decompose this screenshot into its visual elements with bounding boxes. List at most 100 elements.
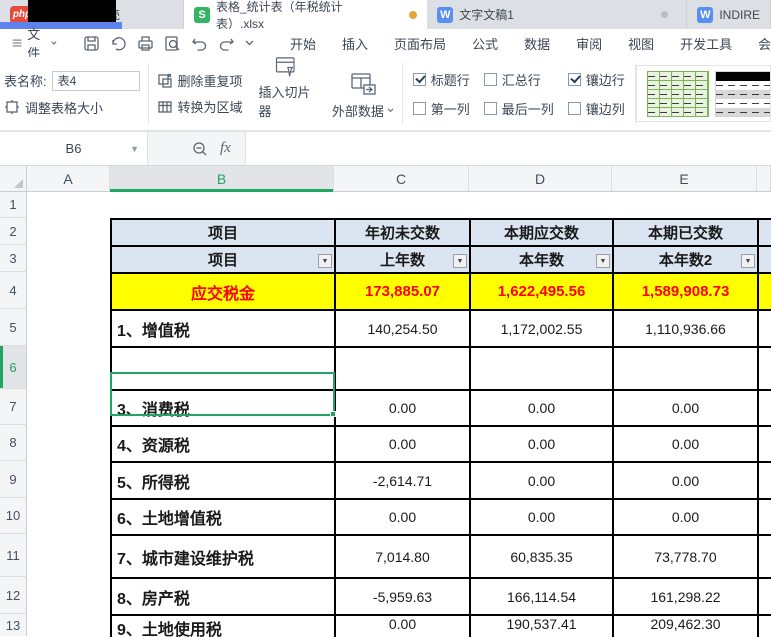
fill-handle[interactable] <box>330 411 336 417</box>
column-header-d[interactable]: D <box>469 166 612 192</box>
table-cell[interactable]: 上年数▼ <box>336 247 471 274</box>
table-cell[interactable]: 140,254.50 <box>336 311 471 348</box>
row-header-7[interactable]: 7 <box>0 389 27 425</box>
checkbox-first-column[interactable]: 第一列 <box>413 99 470 118</box>
name-box-chevron-icon[interactable]: ▼ <box>130 144 139 154</box>
ribbon-tab-data[interactable]: 数据 <box>524 34 550 53</box>
table-cell[interactable]: 1,110,936.66 <box>614 311 759 348</box>
table-cell[interactable]: 7、城市建设维护税 <box>112 536 336 579</box>
external-data-button[interactable]: 外部数据 <box>324 57 402 130</box>
row-header-2[interactable]: 2 <box>0 218 27 245</box>
table-cell[interactable]: -2,614.71 <box>336 463 471 500</box>
fx-icon[interactable]: fx <box>220 140 231 157</box>
table-cell[interactable]: 应交税金 <box>112 274 336 311</box>
qat-customize-chevron-icon[interactable] <box>245 40 254 46</box>
table-name-input[interactable] <box>52 71 140 91</box>
filter-dropdown-icon[interactable]: ▼ <box>741 254 755 268</box>
table-cell[interactable]: 0.00 <box>471 391 614 427</box>
table-cell[interactable]: 7,014.80 <box>336 536 471 579</box>
filter-dropdown-icon[interactable]: ▼ <box>318 254 332 268</box>
column-header-e[interactable]: E <box>612 166 757 192</box>
table-cell[interactable]: 4、资源税 <box>112 427 336 463</box>
table-style-green[interactable] <box>647 71 709 117</box>
table-cell[interactable]: 73,778.70 <box>614 536 759 579</box>
tab-indirect-doc[interactable]: W INDIRE <box>687 0 771 29</box>
redo-icon[interactable] <box>218 36 235 51</box>
print-preview-icon[interactable] <box>164 35 181 52</box>
table-cell[interactable]: 年初未交数 <box>336 220 471 247</box>
undo-icon[interactable] <box>191 36 208 51</box>
formula-input[interactable] <box>245 132 771 165</box>
zoom-out-icon[interactable] <box>192 141 208 157</box>
ribbon-tab-insert[interactable]: 插入 <box>342 34 368 53</box>
row-header-12[interactable]: 12 <box>0 577 27 614</box>
table-cell[interactable]: 0.00 <box>336 616 471 637</box>
table-cell[interactable]: -5,959.63 <box>336 579 471 616</box>
tab-spreadsheet-active[interactable]: S 表格_统计表（年税统计表）.xlsx <box>184 0 427 29</box>
table-style-dark[interactable] <box>715 71 771 117</box>
table-cell[interactable]: 本年数▼ <box>471 247 614 274</box>
row-header-6[interactable]: 6 <box>0 346 27 389</box>
row-header-13[interactable]: 13 <box>0 614 27 636</box>
table-cell[interactable]: 190,537.41 <box>471 616 614 637</box>
table-cell[interactable]: 9、土地使用税 <box>112 616 336 637</box>
table-cell[interactable]: 0.00 <box>471 500 614 536</box>
column-header-c[interactable]: C <box>334 166 469 192</box>
ribbon-tab-formulas[interactable]: 公式 <box>472 34 498 53</box>
column-header-f-partial[interactable] <box>757 166 771 192</box>
row-header-8[interactable]: 8 <box>0 425 27 461</box>
table-cell[interactable]: 0.00 <box>471 427 614 463</box>
table-cell[interactable]: 1,172,002.55 <box>471 311 614 348</box>
checkbox-total-row[interactable]: 汇总行 <box>484 70 554 89</box>
table-cell[interactable]: 173,885.07 <box>336 274 471 311</box>
active-cell-selection[interactable] <box>110 372 335 416</box>
row-header-4[interactable]: 4 <box>0 272 27 309</box>
convert-to-range-button[interactable]: 转换为区域 <box>157 97 243 116</box>
ribbon-tab-home[interactable]: 开始 <box>290 34 316 53</box>
table-cell[interactable]: 0.00 <box>471 463 614 500</box>
table-cell[interactable]: 8、房产税 <box>112 579 336 616</box>
row-header-10[interactable]: 10 <box>0 498 27 534</box>
table-cell[interactable]: 0.00 <box>336 391 471 427</box>
checkbox-last-column[interactable]: 最后一列 <box>484 99 554 118</box>
table-cell[interactable] <box>336 348 471 391</box>
checkbox-banded-rows[interactable]: 镶边行 <box>568 70 625 89</box>
row-header-9[interactable]: 9 <box>0 461 27 498</box>
ribbon-tab-view[interactable]: 视图 <box>628 34 654 53</box>
column-header-b[interactable]: B <box>110 166 334 192</box>
row-header-1[interactable]: 1 <box>0 192 27 218</box>
export-pdf-icon[interactable] <box>110 35 127 52</box>
ribbon-tab-developer[interactable]: 开发工具 <box>680 34 732 53</box>
row-header-11[interactable]: 11 <box>0 534 27 577</box>
checkbox-header-row[interactable]: 标题行 <box>413 70 470 89</box>
table-cell[interactable]: 本期应交数 <box>471 220 614 247</box>
table-cell[interactable]: 60,835.35 <box>471 536 614 579</box>
table-cell[interactable] <box>471 348 614 391</box>
checkbox-banded-columns[interactable]: 镶边列 <box>568 99 625 118</box>
print-icon[interactable] <box>137 35 154 52</box>
insert-slicer-button[interactable]: 插入切片器 <box>251 57 324 130</box>
table-cell[interactable]: 0.00 <box>614 427 759 463</box>
table-cell[interactable]: 6、土地增值税 <box>112 500 336 536</box>
ribbon-tab-page-layout[interactable]: 页面布局 <box>394 34 446 53</box>
table-cell[interactable]: 0.00 <box>614 463 759 500</box>
table-cell[interactable]: 1、增值税 <box>112 311 336 348</box>
table-cell[interactable]: 本年数2▼ <box>614 247 759 274</box>
table-cell[interactable]: 0.00 <box>336 427 471 463</box>
row-header-3[interactable]: 3 <box>0 245 27 272</box>
table-cell[interactable]: 166,114.54 <box>471 579 614 616</box>
filter-dropdown-icon[interactable]: ▼ <box>596 254 610 268</box>
ribbon-tab-membership[interactable]: 会员专享 <box>758 34 771 53</box>
table-cell[interactable]: 209,462.30 <box>614 616 759 637</box>
table-cell[interactable]: 5、所得税 <box>112 463 336 500</box>
select-all-corner[interactable] <box>0 166 27 192</box>
table-cell[interactable]: 1,589,908.73 <box>614 274 759 311</box>
table-cell[interactable]: 本期已交数 <box>614 220 759 247</box>
save-icon[interactable] <box>83 35 100 52</box>
filter-dropdown-icon[interactable]: ▼ <box>453 254 467 268</box>
table-cell[interactable]: 1,622,495.56 <box>471 274 614 311</box>
table-cell[interactable]: 0.00 <box>336 500 471 536</box>
name-box[interactable]: B6 ▼ <box>0 132 148 165</box>
table-cell[interactable]: 0.00 <box>614 500 759 536</box>
ribbon-tab-review[interactable]: 审阅 <box>576 34 602 53</box>
